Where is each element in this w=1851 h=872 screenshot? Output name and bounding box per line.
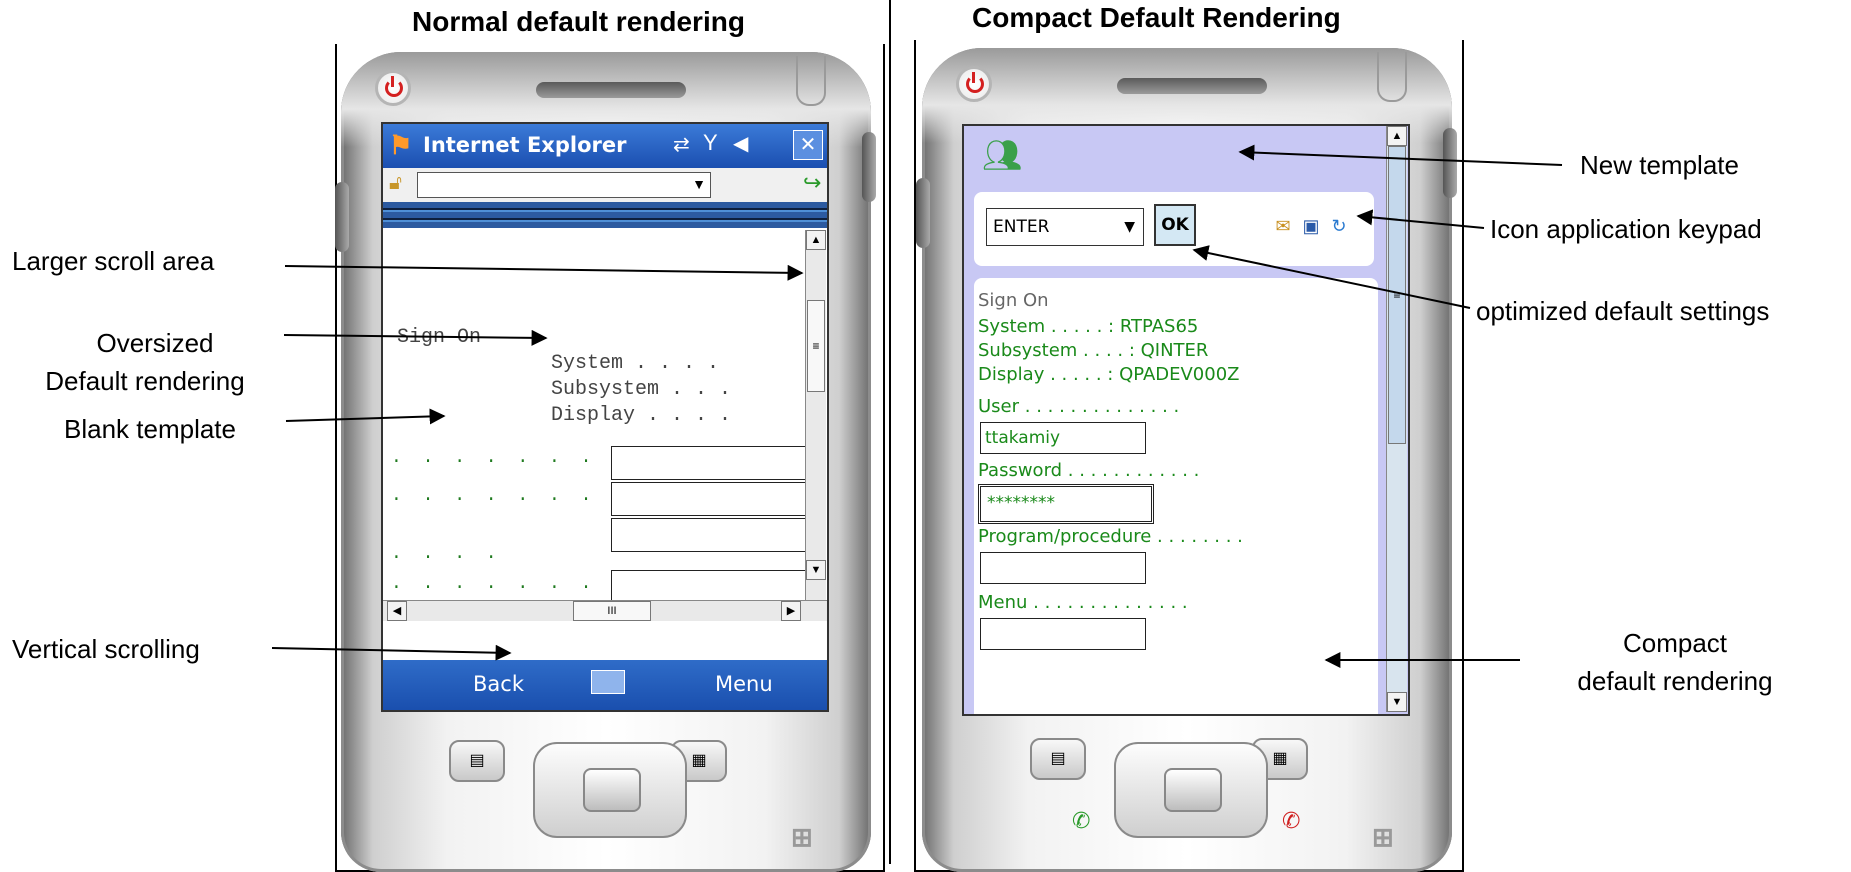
arrow-new-template	[1238, 144, 1563, 166]
arrow-larger-scroll	[284, 264, 804, 281]
arrow-blank-template	[285, 408, 446, 425]
arrow-optimized	[1192, 245, 1471, 309]
arrow-vertical-scrolling	[271, 644, 512, 661]
arrow-oversized	[283, 329, 548, 346]
annotation-arrows	[271, 144, 1563, 668]
arrow-icon-keypad	[1356, 209, 1485, 229]
